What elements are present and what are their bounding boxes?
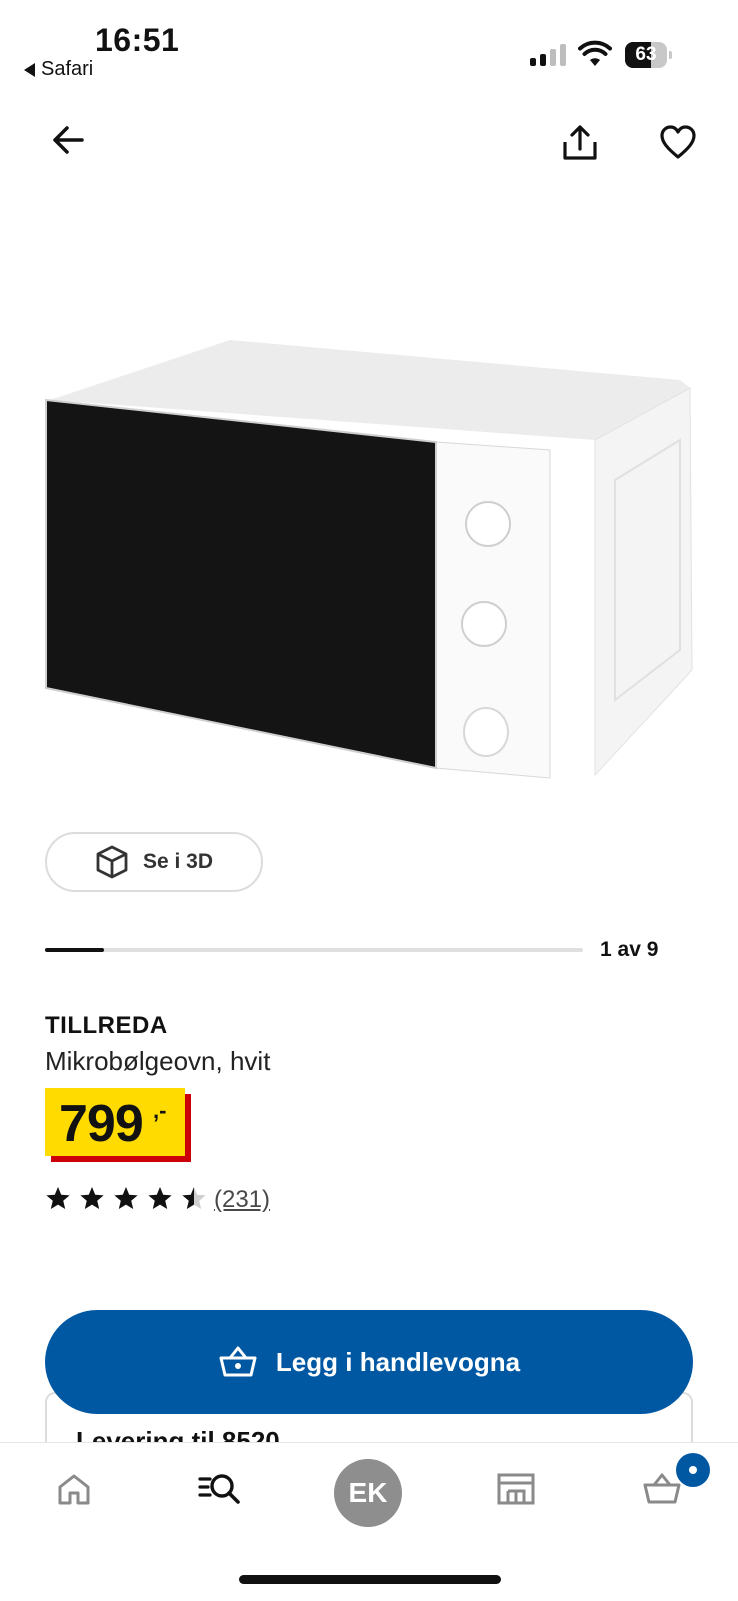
battery-percent: 63: [635, 44, 657, 65]
tab-home[interactable]: [44, 1459, 104, 1519]
back-arrow-icon[interactable]: [46, 118, 90, 162]
back-app-label: Safari: [41, 58, 94, 80]
basket-icon: [219, 1346, 257, 1377]
star-icon: [182, 1187, 206, 1209]
star-icon: [80, 1187, 104, 1209]
wifi-icon: [578, 40, 612, 66]
cart-badge: [676, 1453, 710, 1487]
search-icon: [198, 1474, 240, 1504]
review-count-link[interactable]: (231): [214, 1186, 270, 1214]
star-icon: [114, 1187, 138, 1209]
signal-icon: [530, 44, 566, 66]
heart-icon[interactable]: [656, 120, 700, 164]
price-value: 799: [59, 1095, 144, 1153]
price-tag: 799 ,-: [45, 1088, 191, 1162]
store-icon: [497, 1473, 535, 1505]
home-indicator: [239, 1575, 501, 1584]
add-to-cart-button[interactable]: Legg i handlevogna: [45, 1310, 693, 1414]
tab-search[interactable]: [190, 1459, 250, 1519]
rating-stars[interactable]: [45, 1186, 207, 1211]
gallery-progress: [45, 948, 583, 952]
gallery-progress-fill: [45, 948, 105, 952]
battery-icon: 63: [625, 42, 673, 68]
cube-icon: [96, 845, 128, 879]
cart-icon: [643, 1473, 681, 1504]
avatar[interactable]: EK: [334, 1459, 402, 1527]
share-icon[interactable]: [558, 120, 602, 164]
price-suffix: ,-: [153, 1098, 167, 1123]
view-3d-button[interactable]: Se i 3D: [45, 832, 263, 892]
product-brand: TILLREDA: [45, 1012, 168, 1039]
back-to-safari[interactable]: Safari: [24, 58, 93, 81]
add-to-cart-label: Legg i handlevogna: [275, 1346, 521, 1377]
product-description: Mikrobølgeovn, hvit: [45, 1046, 271, 1076]
status-time: 16:51: [95, 22, 180, 58]
home-icon: [58, 1474, 90, 1505]
back-triangle-icon: [24, 62, 35, 77]
star-icon: [148, 1187, 172, 1209]
gallery-counter: 1 av 9: [600, 938, 659, 961]
star-icon: [46, 1187, 70, 1209]
product-image[interactable]: [40, 330, 700, 800]
view-3d-label: Se i 3D: [142, 850, 214, 873]
tab-stores[interactable]: [486, 1459, 546, 1519]
